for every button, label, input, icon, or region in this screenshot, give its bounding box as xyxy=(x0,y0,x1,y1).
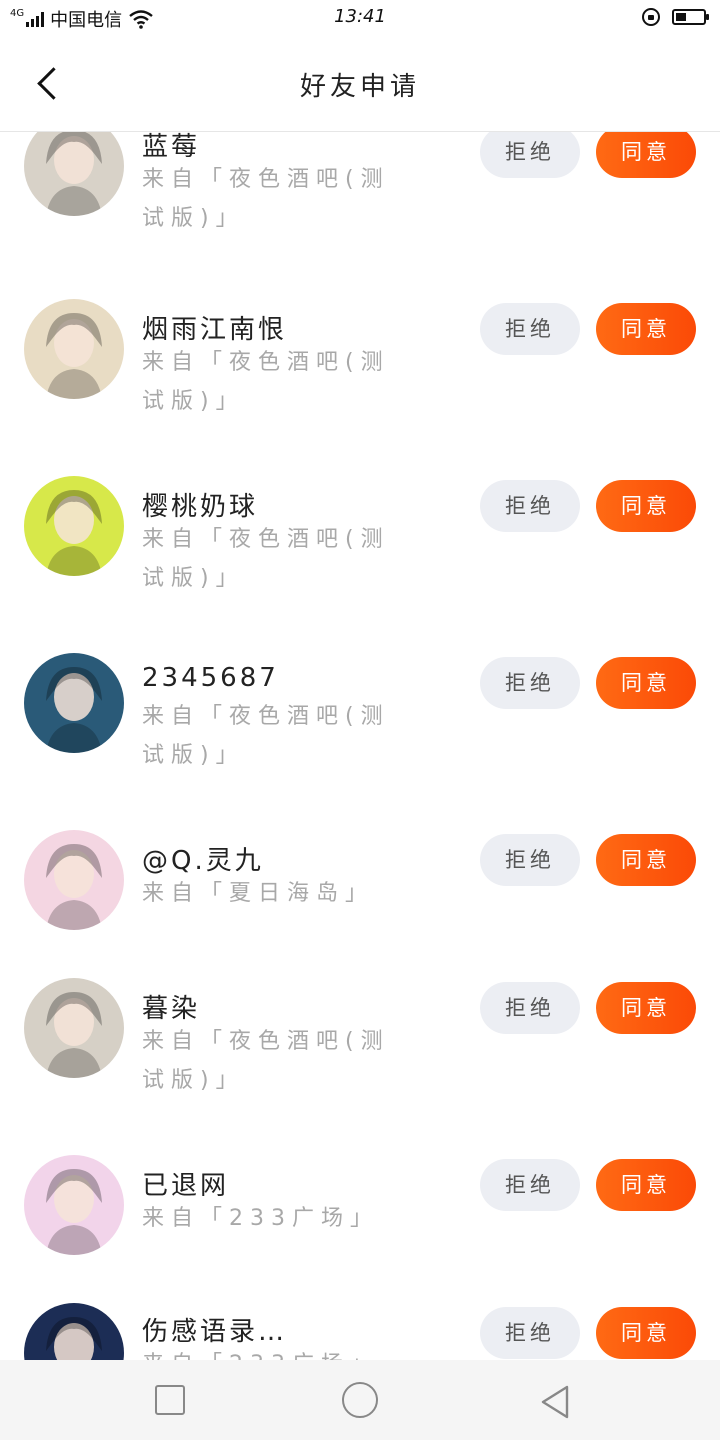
requester-name: @Q.灵九 xyxy=(142,846,264,876)
agree-button[interactable]: 同意 xyxy=(596,834,696,886)
avatar[interactable] xyxy=(24,299,124,399)
requester-name: 烟雨江南恨 xyxy=(142,315,288,345)
avatar[interactable] xyxy=(24,1303,124,1360)
request-item: 已退网来自「233广场」 拒绝 同意 xyxy=(0,1155,720,1315)
battery-icon xyxy=(672,9,709,25)
request-item: 暮染来自「夜色酒吧(测试版)」 拒绝 同意 xyxy=(0,978,720,1138)
requester-name: 樱桃奶球 xyxy=(142,492,259,522)
request-source: 来自「233广场」 xyxy=(142,1345,402,1360)
request-source: 来自「夜色酒吧(测试版)」 xyxy=(142,167,390,231)
avatar[interactable] xyxy=(24,476,124,576)
avatar[interactable] xyxy=(24,978,124,1078)
request-item: 樱桃奶球来自「夜色酒吧(测试版)」 拒绝 同意 xyxy=(0,476,720,636)
reject-button[interactable]: 拒绝 xyxy=(480,834,580,886)
status-bar: 4G 中国电信 13:41 xyxy=(0,0,720,36)
requester-name: 伤感语录… xyxy=(142,1317,288,1347)
avatar[interactable] xyxy=(24,1155,124,1255)
request-source: 来自「233广场」 xyxy=(142,1206,379,1231)
recent-apps-icon[interactable] xyxy=(155,1385,185,1415)
battery-fill xyxy=(676,13,686,21)
request-source: 来自「夏日海岛」 xyxy=(142,881,375,906)
agree-button[interactable]: 同意 xyxy=(596,303,696,355)
agree-button[interactable]: 同意 xyxy=(596,1307,696,1359)
avatar[interactable] xyxy=(24,132,124,216)
reject-button[interactable]: 拒绝 xyxy=(480,1307,580,1359)
reject-button[interactable]: 拒绝 xyxy=(480,480,580,532)
reject-button[interactable]: 拒绝 xyxy=(480,1159,580,1211)
status-time: 13:41 xyxy=(334,6,386,27)
request-item: 伤感语录…来自「233广场」 拒绝同意 xyxy=(0,1303,720,1360)
request-source: 来自「夜色酒吧(测试版)」 xyxy=(142,527,390,591)
request-item: 2345687 来自「夜色酒吧(测试版)」 拒绝 同意 xyxy=(0,653,720,813)
agree-button[interactable]: 同意 xyxy=(596,982,696,1034)
header: 好友申请 xyxy=(0,36,720,132)
request-item: @Q.灵九来自「夏日海岛」 拒绝 同意 xyxy=(0,830,720,990)
request-item: 蓝莓来自「夜色酒吧(测试版)」 拒绝 同意 xyxy=(0,132,720,282)
requester-name: 2345687 xyxy=(142,663,279,693)
system-nav-bar xyxy=(0,1360,720,1440)
requester-name: 蓝莓 xyxy=(142,132,201,162)
back-icon[interactable] xyxy=(535,1382,575,1422)
friend-request-list[interactable]: 蓝莓 来自「夜色酒吧(测试版)」 拒绝 同意 烟雨江南恨 来自「夜色酒吧(测试版)」 拒绝同… xyxy=(0,132,720,1360)
agree-button[interactable]: 同意 xyxy=(596,657,696,709)
status-right xyxy=(642,8,709,26)
request-source: 来自「夜色酒吧(测试版)」 xyxy=(142,1029,390,1093)
request-item: 烟雨江南恨来自「夜色酒吧(测试版)」 拒绝 同意 xyxy=(0,299,720,459)
requester-name: 已退网 xyxy=(142,1171,230,1201)
agree-button[interactable]: 同意 xyxy=(596,1159,696,1211)
reject-button[interactable]: 拒绝 xyxy=(480,303,580,355)
request-source: 来自「夜色酒吧(测试版)」 xyxy=(142,704,390,768)
agree-button[interactable]: 同意 xyxy=(596,132,696,178)
requester-name: 暮染 xyxy=(142,994,201,1024)
agree-button[interactable]: 同意 xyxy=(596,480,696,532)
page-title: 好友申请 xyxy=(299,72,420,102)
reject-button[interactable]: 拒绝 xyxy=(480,657,580,709)
avatar[interactable] xyxy=(24,653,124,753)
rotation-lock-icon xyxy=(642,8,660,26)
reject-button[interactable]: 拒绝 xyxy=(480,132,580,178)
request-source: 来自「夜色酒吧(测试版)」 xyxy=(142,350,390,414)
home-icon[interactable] xyxy=(342,1382,378,1418)
reject-button[interactable]: 拒绝 xyxy=(480,982,580,1034)
avatar[interactable] xyxy=(24,830,124,930)
back-button[interactable] xyxy=(30,64,70,104)
